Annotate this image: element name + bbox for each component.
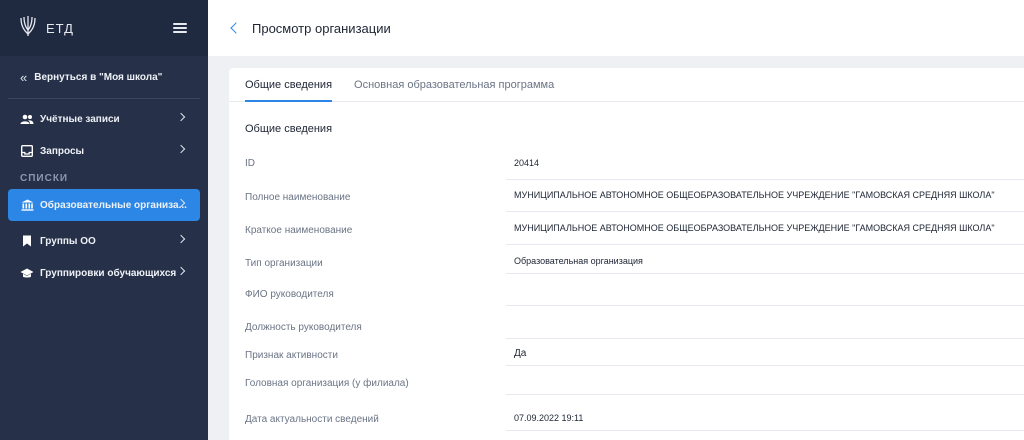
field-label: ID xyxy=(245,158,255,169)
sidebar-item-educational-organizations[interactable]: Образовательные организа... xyxy=(8,189,200,221)
section-title: Общие сведения xyxy=(245,123,333,135)
field-divider xyxy=(506,394,1024,395)
users-icon xyxy=(20,112,34,126)
chevron-right-icon xyxy=(176,144,186,154)
inbox-icon xyxy=(20,144,34,158)
field-row-active-flag: Признак активности Да xyxy=(245,348,1024,372)
field-value: 07.09.2022 19:11 xyxy=(514,413,584,423)
field-row-short-name: Краткое наименование МУНИЦИПАЛЬНОЕ АВТОН… xyxy=(245,223,1024,247)
field-row-id: ID 20414 xyxy=(245,158,1024,182)
field-value: Да xyxy=(514,348,527,359)
back-link-label: Вернуться в "Моя школа" xyxy=(34,71,163,83)
sidebar-item-label: Образовательные организа... xyxy=(40,199,187,211)
field-label: Краткое наименование xyxy=(245,225,353,236)
field-label: Тип организации xyxy=(245,258,323,269)
chevron-right-icon xyxy=(176,112,186,122)
sidebar-item-label: Группировки обучающихся xyxy=(40,267,177,279)
field-divider xyxy=(506,338,1024,339)
field-value: МУНИЦИПАЛЬНОЕ АВТОНОМНОЕ ОБЩЕОБРАЗОВАТЕЛ… xyxy=(514,190,995,200)
field-divider xyxy=(506,179,1024,180)
double-chevron-left-icon: « xyxy=(20,69,28,85)
sidebar-item-requests[interactable]: Запросы xyxy=(0,135,208,167)
field-divider xyxy=(506,365,1024,366)
sidebar-section-lists: СПИСКИ xyxy=(20,172,69,184)
sidebar-item-student-groupings[interactable]: Группировки обучающихся xyxy=(0,257,208,289)
logo-text: ЕТД xyxy=(46,20,74,36)
sidebar-item-label: Запросы xyxy=(40,145,85,157)
field-label: ФИО руководителя xyxy=(245,289,334,300)
field-divider xyxy=(506,430,1024,431)
back-arrow-icon[interactable] xyxy=(230,22,242,34)
sidebar-item-label: Учётные записи xyxy=(40,113,120,125)
field-label: Дата актуальности сведений xyxy=(245,414,379,425)
graduation-cap-icon xyxy=(20,266,34,280)
sidebar-item-label: Группы ОО xyxy=(40,235,96,247)
page-title: Просмотр организации xyxy=(252,20,391,36)
field-label: Признак активности xyxy=(245,350,338,361)
etd-logo-icon xyxy=(18,14,38,43)
chevron-right-icon xyxy=(176,266,186,276)
field-divider xyxy=(506,211,1024,212)
sidebar: ЕТД « Вернуться в "Моя школа" Учётные за… xyxy=(0,0,208,440)
tab-bar: Общие сведения Основная образовательная … xyxy=(229,68,1024,102)
field-divider xyxy=(506,305,1024,306)
institution-icon xyxy=(20,198,34,212)
back-to-my-school-link[interactable]: « Вернуться в "Моя школа" xyxy=(0,56,208,98)
field-divider xyxy=(506,244,1024,245)
field-label: Полное наименование xyxy=(245,192,351,203)
field-value: МУНИЦИПАЛЬНОЕ АВТОНОМНОЕ ОБЩЕОБРАЗОВАТЕЛ… xyxy=(514,223,995,233)
field-row-full-name: Полное наименование МУНИЦИПАЛЬНОЕ АВТОНО… xyxy=(245,190,1024,214)
bookmark-icon xyxy=(20,234,34,248)
sidebar-header: ЕТД xyxy=(0,0,208,56)
field-row-parent-org: Головная организация (у филиала) xyxy=(245,378,1024,402)
field-label: Должность руководителя xyxy=(245,322,362,333)
menu-toggle-icon[interactable] xyxy=(173,23,187,33)
tab-general-info[interactable]: Общие сведения xyxy=(245,68,333,102)
field-row-org-type: Тип организации Образовательная организа… xyxy=(245,256,1024,280)
sidebar-item-oo-groups[interactable]: Группы ОО xyxy=(0,225,208,257)
field-value: Образовательная организация xyxy=(514,256,643,266)
chevron-right-icon xyxy=(176,234,186,244)
field-divider xyxy=(506,273,1024,274)
sidebar-item-accounts[interactable]: Учётные записи xyxy=(0,103,208,135)
field-row-head-position: Должность руководителя xyxy=(245,322,1024,346)
field-label: Головная организация (у филиала) xyxy=(245,378,409,389)
field-row-relevance-date: Дата актуальности сведений 07.09.2022 19… xyxy=(245,413,1024,438)
tab-main-educational-program[interactable]: Основная образовательная программа xyxy=(354,68,554,101)
page-header: Просмотр организации xyxy=(208,0,1024,56)
field-value: 20414 xyxy=(514,158,540,168)
organization-card: Общие сведения Основная образовательная … xyxy=(229,68,1024,440)
field-row-head-name: ФИО руководителя xyxy=(245,289,1024,313)
